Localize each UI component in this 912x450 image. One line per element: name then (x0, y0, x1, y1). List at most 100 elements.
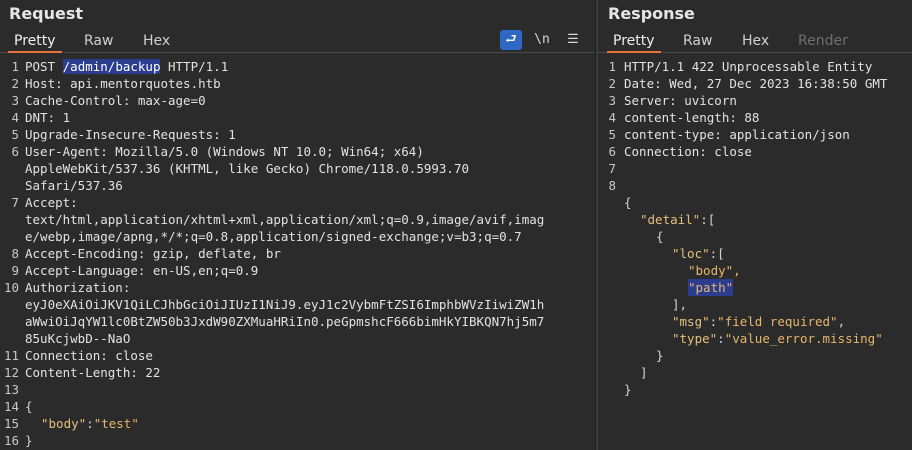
code-line: "msg":"field required", (598, 313, 912, 330)
code-line-wrap: eyJ0eXAiOiJKV1QiLCJhbGciOiJIUzI1NiJ9.eyJ… (0, 296, 595, 313)
code-line: 16} (0, 432, 595, 449)
header-authorization: Authorization: (25, 280, 131, 295)
code-line: 14 { (0, 398, 595, 415)
line-number: 1 (11, 59, 19, 74)
line-number: 9 (11, 263, 19, 278)
code-line: "detail":[ (598, 211, 912, 228)
response-tab-render[interactable]: Render (792, 31, 854, 53)
line-number: 8 (11, 246, 19, 261)
code-line: 11 Connection: close (0, 347, 595, 364)
code-line: 7 Accept: (0, 194, 595, 211)
json-value: "test" (93, 416, 139, 431)
code-line: ], (598, 296, 912, 313)
json-key: "body" (41, 416, 87, 431)
response-tab-pretty[interactable]: Pretty (607, 31, 661, 53)
json-open-brace: { (624, 195, 632, 210)
code-line-wrap: aWwiOiJqYW1lc0BtZW50b3JxdW90ZXMuaHRiIn0.… (0, 313, 595, 330)
header-content-length: content-length: 88 (624, 110, 760, 125)
line-number: 10 (3, 280, 19, 295)
json-key: "detail" (640, 212, 701, 227)
header-accept-encoding: Accept-Encoding: gzip, deflate, br (25, 246, 281, 261)
code-line: 1 HTTP/1.1 422 Unprocessable Entity (598, 58, 912, 75)
response-tab-hex[interactable]: Hex (736, 31, 775, 53)
line-number: 15 (3, 416, 19, 431)
request-path-selection: /admin/backup (62, 59, 161, 74)
header-connection: Connection: close (624, 144, 752, 159)
json-close-bracket: ] (640, 365, 648, 380)
line-number: 4 (11, 110, 19, 125)
code-line: 3 Server: uvicorn (598, 92, 912, 109)
response-viewer[interactable]: 1 HTTP/1.1 422 Unprocessable Entity 2 Date… (598, 58, 912, 398)
code-line: "type":"value_error.missing" (598, 330, 912, 347)
code-line: 13 (0, 381, 595, 398)
line-number: 12 (3, 365, 19, 380)
code-line: 9 Accept-Language: en-US,en;q=0.9 (0, 262, 595, 279)
header-dnt: DNT: 1 (25, 110, 71, 125)
wrap-lines-icon[interactable]: ⮐ (500, 30, 522, 50)
response-pane: Response Pretty Raw Hex Render 1 HTTP/1.1… (598, 0, 912, 450)
json-comma: , (837, 314, 846, 329)
line-number: 2 (608, 76, 616, 91)
request-tab-pretty[interactable]: Pretty (8, 31, 62, 53)
code-line: 8 (598, 177, 912, 194)
authorization-token: 85uKcjwbD--NaO (25, 331, 131, 346)
code-line: 6 User-Agent: Mozilla/5.0 (Windows NT 10.… (0, 143, 595, 160)
header-user-agent: User-Agent: Mozilla/5.0 (Windows NT 10.0… (25, 144, 424, 159)
header-accept-cont: e/webp,image/apng,*/*;q=0.8,application/… (25, 229, 522, 244)
json-colon: : (86, 416, 94, 431)
code-line: 4 DNT: 1 (0, 109, 595, 126)
code-line-wrap: 85uKcjwbD--NaO (0, 330, 595, 347)
json-open-brace: { (656, 229, 664, 244)
code-line: ] (598, 364, 912, 381)
menu-icon[interactable]: ☰ (562, 30, 584, 50)
authorization-token: aWwiOiJqYW1lc0BtZW50b3JxdW90ZXMuaHRiIn0.… (25, 314, 545, 329)
code-line: "loc":[ (598, 245, 912, 262)
response-tabs: Pretty Raw Hex Render (598, 31, 912, 53)
json-array-item-selected: "path" (688, 279, 734, 296)
request-tab-hex[interactable]: Hex (137, 31, 176, 53)
code-line: 5 Upgrade-Insecure-Requests: 1 (0, 126, 595, 143)
json-key: "loc" (672, 246, 710, 261)
code-line: 6 Connection: close (598, 143, 912, 160)
code-line: 5 content-type: application/json (598, 126, 912, 143)
line-number: 13 (3, 382, 19, 397)
header-server: Server: uvicorn (624, 93, 737, 108)
json-key: "msg" (672, 314, 710, 329)
header-connection: Connection: close (25, 348, 153, 363)
code-line: 3 Cache-Control: max-age=0 (0, 92, 595, 109)
authorization-token: eyJ0eXAiOiJKV1QiLCJhbGciOiJIUzI1NiJ9.eyJ… (25, 297, 545, 312)
code-line: } (598, 381, 912, 398)
json-close-brace: } (656, 348, 664, 363)
code-line: 4 content-length: 88 (598, 109, 912, 126)
code-line-wrap: e/webp,image/apng,*/*;q=0.8,application/… (0, 228, 595, 245)
header-content-length: Content-Length: 22 (25, 365, 161, 380)
request-editor[interactable]: 1 POST /admin/backup HTTP/1.1 2 Host: api.… (0, 58, 595, 449)
line-number: 7 (11, 195, 19, 210)
request-title: Request (9, 4, 84, 23)
line-number: 14 (3, 399, 19, 414)
json-punct: :[ (700, 212, 716, 227)
code-line: "body", (598, 262, 912, 279)
header-accept-language: Accept-Language: en-US,en;q=0.9 (25, 263, 259, 278)
request-tab-raw[interactable]: Raw (78, 31, 119, 53)
line-number: 6 (11, 144, 19, 159)
json-close-brace: } (624, 382, 632, 397)
json-key: "type" (672, 331, 718, 346)
request-method: POST (25, 59, 63, 74)
code-line-wrap: AppleWebKit/537.36 (KHTML, like Gecko) C… (0, 160, 595, 177)
line-number: 3 (608, 93, 616, 108)
code-line: { (598, 228, 912, 245)
header-date: Date: Wed, 27 Dec 2023 16:38:50 GMT (624, 76, 888, 91)
status-line: HTTP/1.1 422 Unprocessable Entity (624, 59, 873, 74)
code-line: } (598, 347, 912, 364)
line-number: 3 (11, 93, 19, 108)
json-punct: :[ (709, 246, 725, 261)
response-tab-raw[interactable]: Raw (677, 31, 718, 53)
show-newlines-button[interactable]: \n (531, 30, 553, 50)
body-open-brace: { (25, 399, 33, 414)
json-value: "field required" (717, 314, 838, 329)
code-line: 1 POST /admin/backup HTTP/1.1 (0, 58, 595, 75)
line-number: 4 (608, 110, 616, 125)
code-line: 15 "body":"test" (0, 415, 595, 432)
code-line: { (598, 194, 912, 211)
